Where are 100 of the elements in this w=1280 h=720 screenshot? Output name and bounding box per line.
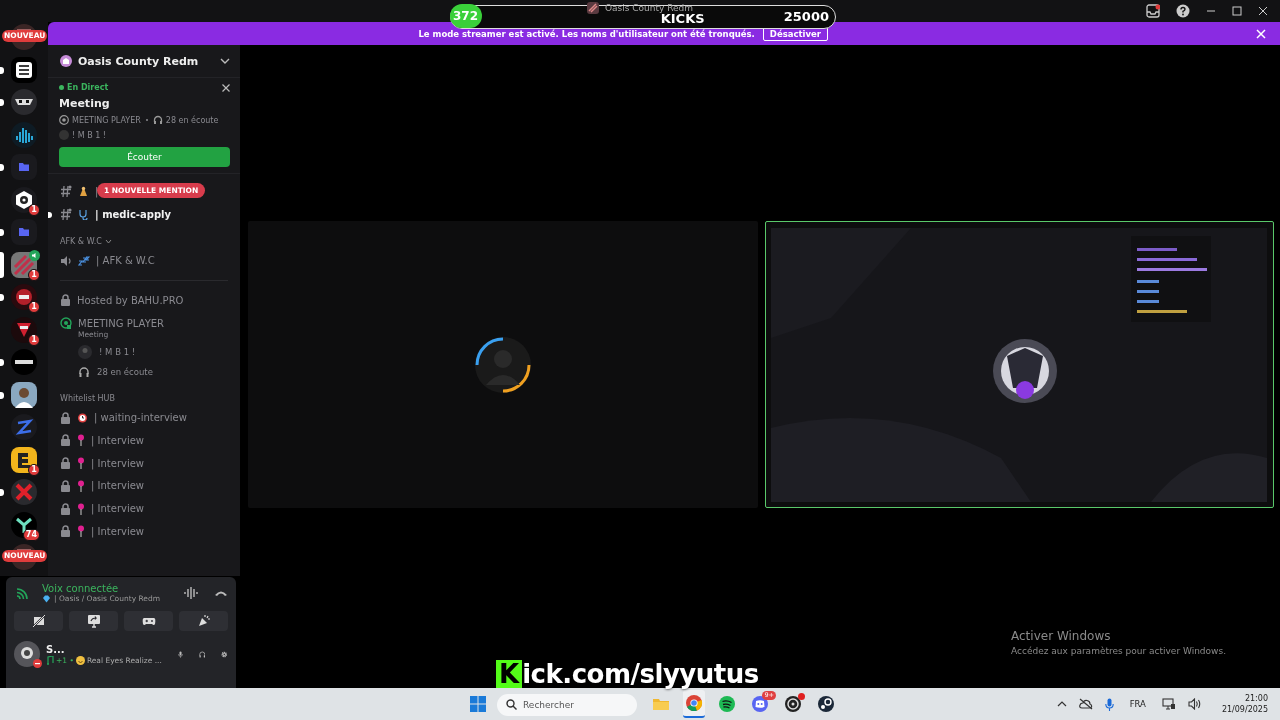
chevron-up-icon[interactable] <box>1056 699 1067 709</box>
channel-item[interactable]: | medic-apply <box>95 208 171 220</box>
speaker-icon <box>29 249 40 261</box>
listener-count: 28 en écoute <box>97 367 153 378</box>
member-name: ! M B 1 ! <box>99 347 136 358</box>
channel-item[interactable]: | Interview <box>91 503 145 515</box>
microphone-icon[interactable] <box>1104 697 1114 711</box>
stethoscope-icon <box>78 208 89 220</box>
browser-icon[interactable] <box>685 694 703 712</box>
hashtag-icon <box>60 185 72 198</box>
server-item[interactable]: 1 <box>0 251 48 278</box>
channel-item[interactable]: | AFK & W.C <box>96 255 155 267</box>
maximize-icon[interactable] <box>1232 6 1242 16</box>
search-icon <box>506 698 517 710</box>
server-icon <box>11 349 37 375</box>
gamepad-button[interactable] <box>124 611 173 631</box>
pin-icon <box>77 434 85 447</box>
noise-suppression-icon[interactable] <box>184 587 198 599</box>
server-item[interactable]: 1 <box>0 446 48 473</box>
channel-item[interactable]: | <box>95 185 99 197</box>
channel-item[interactable]: | Interview <box>91 525 145 537</box>
hang-up-icon[interactable] <box>214 589 228 597</box>
channel-item[interactable]: | Interview <box>91 457 145 469</box>
avatar-icon <box>472 334 533 395</box>
server-icon <box>11 479 37 505</box>
goal-value: 25000 <box>783 8 829 26</box>
category-header[interactable]: AFK & W.C <box>56 233 232 250</box>
listen-button[interactable]: Écouter <box>59 147 230 167</box>
search-field[interactable]: Rechercher <box>497 694 637 716</box>
activation-title: Activer Windows <box>1011 629 1112 643</box>
server-item[interactable]: 1 <box>0 316 48 343</box>
channel-item[interactable]: | waiting-interview <box>94 412 187 424</box>
gem-icon <box>42 594 51 603</box>
lock-icon <box>60 525 71 538</box>
avatar-icon <box>78 345 92 360</box>
figure-icon <box>78 185 89 197</box>
help-icon[interactable] <box>1176 4 1190 18</box>
hashtag-icon <box>60 208 72 221</box>
avatar-icon <box>14 641 40 667</box>
close-icon[interactable] <box>222 83 230 92</box>
recorder-icon[interactable] <box>784 695 802 713</box>
server-icon <box>11 284 37 310</box>
lock-icon <box>60 502 71 515</box>
lock-icon <box>60 457 71 470</box>
pin-icon <box>77 457 85 470</box>
chevron-icon <box>104 237 112 245</box>
server-item[interactable]: 1 <box>0 186 48 213</box>
disable-button[interactable]: Désactiver <box>762 26 828 41</box>
listener-count: 28 en écoute <box>165 115 219 125</box>
window-title: Oasis County Redm <box>604 3 694 13</box>
live-status: En Direct <box>59 83 109 92</box>
avatar-icon <box>59 130 69 140</box>
notification-dot <box>798 693 805 700</box>
status-icon <box>33 659 42 668</box>
screen-share-icon <box>86 614 101 628</box>
server-icon <box>11 381 37 408</box>
server-header[interactable]: Oasis County Redm <box>48 45 240 78</box>
headphones-icon <box>152 115 163 125</box>
channel-item[interactable]: Hosted by BAHU.PRO <box>77 294 184 306</box>
channel-item[interactable]: | Interview <box>91 434 145 446</box>
server-icon <box>11 414 37 440</box>
lock-icon <box>60 294 71 307</box>
folder-icon <box>11 219 37 245</box>
pin-icon <box>77 525 85 538</box>
volume-icon[interactable] <box>1187 698 1202 710</box>
server-icon <box>11 89 37 115</box>
lock-icon <box>60 411 71 424</box>
game-launcher-icon[interactable] <box>817 695 835 713</box>
network-icon[interactable] <box>1161 698 1176 710</box>
server-item[interactable]: 1 <box>0 284 48 310</box>
camera-off-button[interactable] <box>14 611 63 631</box>
inbox-icon[interactable] <box>1146 4 1160 18</box>
server-item[interactable]: 74 <box>0 511 48 538</box>
clock-time[interactable]: 21:00 <box>1244 693 1268 704</box>
server-icon <box>11 121 37 148</box>
camera-off-icon <box>31 614 46 628</box>
category-header[interactable]: Whitelist HUB <box>56 390 232 407</box>
start-icon[interactable] <box>470 696 486 712</box>
pin-icon <box>77 502 85 515</box>
channel-item[interactable]: | Interview <box>91 480 145 492</box>
sleep-icon <box>78 255 90 266</box>
alarm-clock-icon <box>77 412 88 424</box>
cloud-off-icon[interactable] <box>1078 698 1093 710</box>
server-icon <box>60 55 72 67</box>
soundboard-button[interactable] <box>179 611 228 631</box>
music-app-icon[interactable] <box>718 695 736 713</box>
chat-app-icon[interactable] <box>751 695 769 713</box>
banner-text: Le mode streamer est activé. Les noms d'utilisateur ont été tronqués. <box>418 28 755 39</box>
lock-icon <box>60 434 71 447</box>
unread-indicator <box>48 211 52 218</box>
activation-text: Accédez aux paramètres pour activer Windows. <box>1011 646 1226 656</box>
soundboard-icon <box>196 614 211 628</box>
server-icon <box>11 446 37 473</box>
clock-date[interactable]: 21/09/2025 <box>1221 704 1268 715</box>
channel-name: MEETING PLAYER <box>72 115 141 125</box>
stage-icon <box>59 115 69 125</box>
screen-share-button[interactable] <box>69 611 118 631</box>
server-icon <box>11 316 37 343</box>
close-icon[interactable] <box>1258 6 1268 16</box>
language-indicator[interactable]: FRA <box>1129 699 1146 709</box>
